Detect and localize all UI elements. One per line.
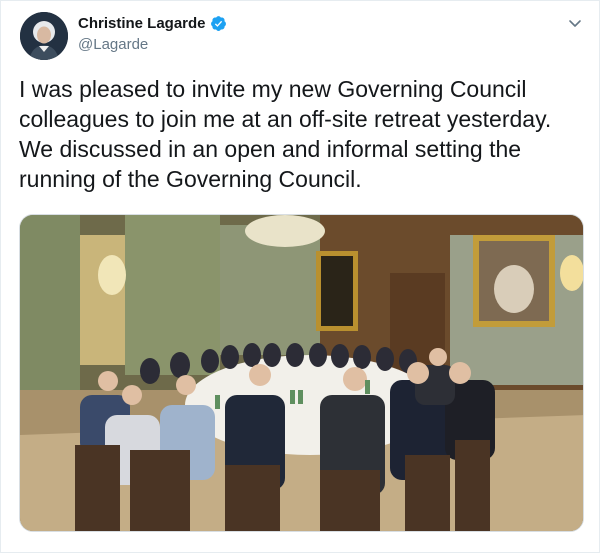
meeting-photo-illustration bbox=[20, 215, 583, 531]
tweet-text: I was pleased to invite my new Governing… bbox=[19, 76, 552, 192]
author-name-row: Christine Lagarde bbox=[78, 15, 227, 32]
tweet-photo[interactable] bbox=[19, 214, 584, 532]
verified-badge-icon bbox=[210, 15, 227, 32]
chevron-down-icon[interactable] bbox=[567, 15, 583, 31]
author-handle[interactable]: @Lagarde bbox=[78, 36, 148, 53]
tweet-card: Christine Lagarde @Lagarde I was pleased… bbox=[0, 0, 600, 553]
author-display-name[interactable]: Christine Lagarde bbox=[78, 15, 206, 32]
profile-avatar[interactable] bbox=[20, 12, 68, 60]
avatar-image bbox=[20, 12, 68, 60]
